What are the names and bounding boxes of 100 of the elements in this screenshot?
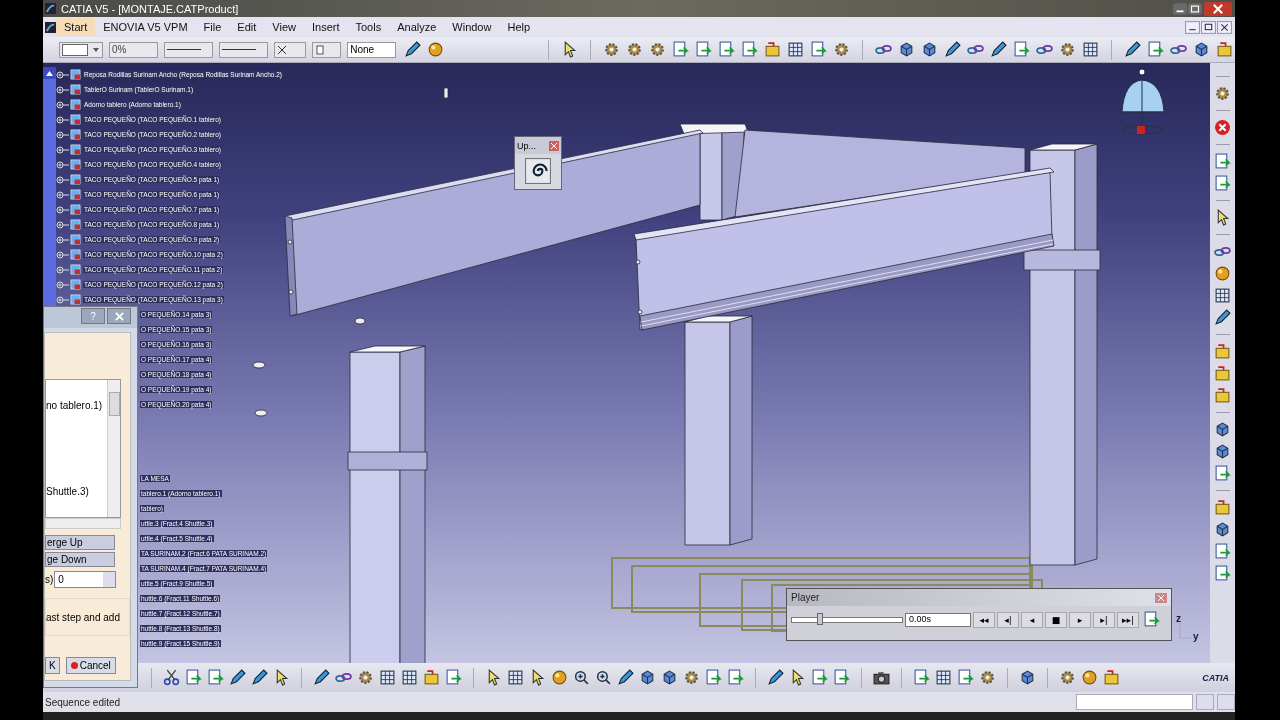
dowel-pin[interactable] <box>354 317 366 325</box>
point-type-dropdown[interactable] <box>273 41 306 58</box>
menu-item[interactable]: Insert <box>303 18 348 36</box>
gear-icon[interactable] <box>979 669 996 686</box>
table-beam[interactable] <box>284 129 704 317</box>
app-icon[interactable] <box>45 21 56 33</box>
camera-icon[interactable] <box>873 669 890 686</box>
magnifier-icon[interactable] <box>595 669 612 686</box>
folder-icon[interactable] <box>1214 343 1231 360</box>
render-style-dropdown[interactable] <box>311 41 342 58</box>
playback-button[interactable]: ◂ <box>1021 611 1043 628</box>
playback-button[interactable]: ▸▸| <box>1117 611 1139 628</box>
gear-icon[interactable] <box>357 669 374 686</box>
merge-button[interactable]: erge Up <box>45 535 115 550</box>
grid-icon[interactable] <box>507 669 524 686</box>
line-type-dropdown[interactable] <box>218 41 268 58</box>
playback-button[interactable]: ◂◂ <box>973 611 995 628</box>
document-icon[interactable] <box>741 41 759 58</box>
folder-icon[interactable] <box>1214 365 1231 382</box>
scrollbar[interactable] <box>107 380 120 517</box>
document-icon[interactable] <box>1214 465 1231 482</box>
folder-icon[interactable] <box>1214 499 1231 516</box>
pencil-icon[interactable] <box>767 669 784 686</box>
document-icon[interactable] <box>1146 41 1164 58</box>
playback-button[interactable]: ◂| <box>997 611 1019 628</box>
document-icon[interactable] <box>1214 543 1231 560</box>
expand-icon[interactable] <box>56 114 70 125</box>
expand-icon[interactable] <box>56 219 70 230</box>
pencil-icon[interactable] <box>404 41 422 58</box>
color-dropdown[interactable] <box>59 41 103 58</box>
document-icon[interactable] <box>1214 175 1231 192</box>
gear-icon[interactable] <box>626 41 644 58</box>
list-box[interactable]: no tablero.1) Shuttle.3) <box>45 379 121 518</box>
document-icon[interactable] <box>445 669 462 686</box>
sphere-icon[interactable] <box>551 669 568 686</box>
merge-button[interactable]: ge Down <box>45 552 115 567</box>
expand-icon[interactable] <box>56 204 70 215</box>
gear-icon[interactable] <box>649 41 667 58</box>
dowel-pin[interactable] <box>254 409 268 417</box>
menu-item[interactable]: Tools <box>347 18 390 36</box>
menu-item[interactable]: View <box>264 18 304 36</box>
gear-icon[interactable] <box>603 41 621 58</box>
document-icon[interactable] <box>718 41 736 58</box>
list-item[interactable]: Shuttle.3) <box>46 486 107 497</box>
close-button[interactable] <box>1217 20 1232 34</box>
folder-icon[interactable] <box>1214 387 1231 404</box>
document-icon[interactable] <box>957 669 974 686</box>
cancel-button[interactable]: Cancel <box>65 657 116 674</box>
cube-icon[interactable] <box>898 41 915 58</box>
grid-icon[interactable] <box>1082 41 1099 58</box>
document-icon[interactable] <box>811 669 828 686</box>
cube-icon[interactable] <box>1019 669 1036 686</box>
document-icon[interactable] <box>705 669 722 686</box>
minimize-button[interactable] <box>1185 20 1200 34</box>
menu-item[interactable]: Start <box>56 18 96 36</box>
gear-icon[interactable] <box>683 669 700 686</box>
playback-button[interactable]: ▸ <box>1069 611 1091 628</box>
cube-icon[interactable] <box>661 669 678 686</box>
document-icon[interactable] <box>1214 153 1231 170</box>
dowel-pin[interactable] <box>443 87 449 99</box>
expand-icon[interactable] <box>56 159 70 170</box>
expand-icon[interactable] <box>56 144 70 155</box>
caret-icon[interactable] <box>92 45 100 54</box>
expand-icon[interactable] <box>56 99 70 110</box>
compass-drawing[interactable] <box>1121 68 1165 135</box>
folder-icon[interactable] <box>423 669 440 686</box>
sphere-icon[interactable] <box>1081 669 1098 686</box>
pencil-icon[interactable] <box>944 41 961 58</box>
expand-icon[interactable] <box>56 294 70 305</box>
table-beam[interactable] <box>734 129 1026 218</box>
grid-icon[interactable] <box>379 669 396 686</box>
cube-icon[interactable] <box>1214 521 1231 538</box>
pencil-icon[interactable] <box>251 669 268 686</box>
transparency-dropdown[interactable]: 0% <box>109 41 158 58</box>
expand-icon[interactable] <box>56 189 70 200</box>
document-icon[interactable] <box>1143 611 1160 628</box>
gear-icon[interactable] <box>1214 85 1231 102</box>
command-field[interactable] <box>1076 694 1193 710</box>
document-icon[interactable] <box>695 41 713 58</box>
menu-item[interactable]: Edit <box>229 18 265 36</box>
folder-icon[interactable] <box>1103 669 1120 686</box>
cube-icon[interactable] <box>1214 443 1231 460</box>
scrollbar[interactable] <box>45 518 121 529</box>
spin-field[interactable]: 0 <box>54 571 117 588</box>
grid-icon[interactable] <box>1214 287 1231 304</box>
expand-icon[interactable] <box>56 84 70 95</box>
document-icon[interactable] <box>833 669 850 686</box>
minimize-button[interactable] <box>1173 1 1187 16</box>
menu-item[interactable]: Analyze <box>389 18 445 36</box>
expand-icon[interactable] <box>56 249 70 260</box>
pencil-icon[interactable] <box>1214 309 1231 326</box>
time-field[interactable]: 0.00s <box>905 612 971 627</box>
grid-icon[interactable] <box>787 41 805 58</box>
document-icon[interactable] <box>1214 565 1231 582</box>
expand-icon[interactable] <box>56 264 70 275</box>
gear-icon[interactable] <box>1059 41 1076 58</box>
folder-icon[interactable] <box>1215 41 1233 58</box>
document-icon[interactable] <box>810 41 828 58</box>
table-beam[interactable] <box>633 167 1055 331</box>
dowel-pin[interactable] <box>252 361 266 369</box>
